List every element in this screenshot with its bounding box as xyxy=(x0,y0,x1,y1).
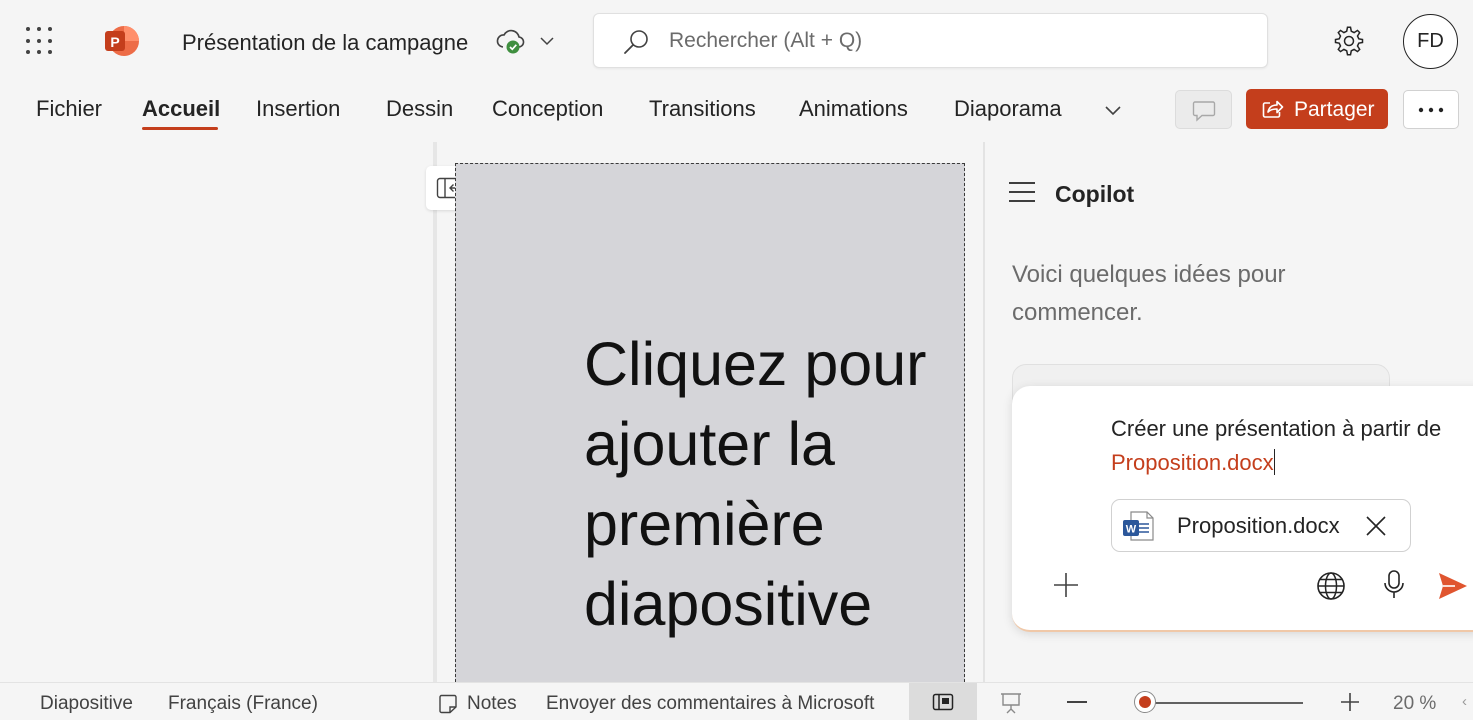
mic-icon[interactable] xyxy=(1382,569,1406,601)
prompt-input[interactable]: Créer une présentation à partir de Propo… xyxy=(1111,412,1441,480)
hamburger-icon[interactable] xyxy=(1008,181,1036,203)
slide-canvas[interactable]: Cliquez pour ajouter la première diaposi… xyxy=(455,163,965,682)
zoom-out-button[interactable] xyxy=(1067,701,1087,703)
share-icon xyxy=(1262,100,1284,118)
normal-view-icon xyxy=(932,693,954,711)
status-bar: Diapositive Français (France) Notes Envo… xyxy=(0,682,1473,720)
zoom-level[interactable]: 20 % xyxy=(1393,693,1436,715)
attachment-name: Proposition.docx xyxy=(1177,513,1340,538)
globe-icon[interactable] xyxy=(1316,571,1346,601)
more-icon xyxy=(1418,107,1444,112)
feedback-link[interactable]: Envoyer des commentaires à Microsoft xyxy=(546,693,874,715)
waffle-icon[interactable] xyxy=(26,27,54,55)
word-doc-icon: W xyxy=(1123,511,1154,541)
tab-diaporama[interactable]: Diaporama xyxy=(954,96,1062,122)
scroll-chevron-icon: ‹ xyxy=(1462,693,1467,710)
search-input[interactable]: Rechercher (Alt + Q) xyxy=(593,13,1268,68)
search-placeholder: Rechercher (Alt + Q) xyxy=(669,29,863,52)
text-caret xyxy=(1273,449,1276,475)
share-button[interactable]: Partager xyxy=(1246,89,1388,129)
tab-dessin[interactable]: Dessin xyxy=(386,96,453,122)
cloud-check-icon[interactable] xyxy=(496,28,526,56)
svg-text:P: P xyxy=(110,34,119,50)
svg-text:W: W xyxy=(1126,524,1137,536)
add-icon[interactable] xyxy=(1052,571,1080,599)
slide-indicator: Diapositive xyxy=(40,693,133,714)
ribbon-tabs: Fichier Accueil Insertion Dessin Concept… xyxy=(0,80,1473,142)
copilot-pane: Copilot Voici quelques idées pour commen… xyxy=(985,142,1473,682)
gear-icon[interactable] xyxy=(1333,25,1365,57)
prompt-file-reference: Proposition.docx xyxy=(1111,450,1274,475)
share-label: Partager xyxy=(1294,98,1375,121)
normal-view-button[interactable] xyxy=(909,683,977,720)
tab-transitions[interactable]: Transitions xyxy=(649,96,756,122)
tab-insertion[interactable]: Insertion xyxy=(256,96,340,122)
tab-animations[interactable]: Animations xyxy=(799,96,908,122)
language-indicator[interactable]: Français (France) xyxy=(168,693,318,715)
zoom-slider-thumb[interactable] xyxy=(1134,691,1157,713)
slide-thumbnail-pane xyxy=(0,142,433,682)
tab-accueil[interactable]: Accueil xyxy=(142,96,220,122)
powerpoint-logo: P xyxy=(105,26,139,56)
notes-button[interactable]: Notes xyxy=(467,693,517,715)
avatar[interactable]: FD xyxy=(1403,14,1458,69)
presenter-view-icon[interactable] xyxy=(1000,692,1022,714)
slide-title-placeholder[interactable]: Cliquez pour ajouter la première diaposi… xyxy=(584,324,954,644)
tab-fichier[interactable]: Fichier xyxy=(36,96,102,122)
zoom-slider[interactable] xyxy=(1135,702,1303,704)
notes-icon[interactable] xyxy=(438,694,458,714)
zoom-in-button[interactable] xyxy=(1340,692,1360,712)
copilot-composer[interactable]: Créer une présentation à partir de Propo… xyxy=(1012,386,1473,632)
comments-button[interactable] xyxy=(1175,90,1232,129)
send-icon[interactable] xyxy=(1437,571,1469,601)
title-bar: P Présentation de la campagne Rechercher… xyxy=(0,0,1473,80)
prompt-text: Créer une présentation à partir de xyxy=(1111,416,1442,441)
active-tab-indicator xyxy=(142,127,218,130)
tab-conception[interactable]: Conception xyxy=(492,96,603,122)
chevron-down-icon[interactable] xyxy=(1104,101,1122,119)
close-icon[interactable] xyxy=(1365,515,1387,537)
more-options-button[interactable] xyxy=(1403,90,1459,129)
chevron-down-icon[interactable] xyxy=(539,33,555,49)
copilot-title: Copilot xyxy=(1055,181,1135,207)
attachment-chip[interactable]: W Proposition.docx xyxy=(1111,499,1411,552)
document-title[interactable]: Présentation de la campagne xyxy=(182,30,468,56)
copilot-intro: Voici quelques idées pour commencer. xyxy=(1012,261,1286,326)
search-icon xyxy=(624,30,648,54)
comment-icon xyxy=(1192,101,1216,122)
